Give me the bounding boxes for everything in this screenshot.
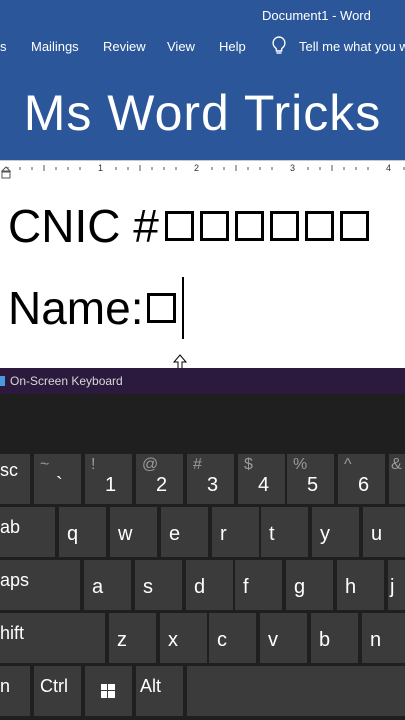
key-shift[interactable]: hift — [0, 613, 105, 663]
ribbon: Document1 - Word s Mailings Review View … — [0, 0, 405, 160]
tab-review[interactable]: Review — [103, 39, 146, 54]
checkbox-box — [234, 211, 264, 241]
key-t[interactable]: t — [261, 507, 308, 557]
document-page[interactable]: CNIC # Name: — [0, 179, 405, 366]
checkbox-box — [269, 211, 299, 241]
key-d[interactable]: d — [186, 560, 233, 610]
window-title: Document1 - Word — [262, 8, 371, 23]
key-j[interactable]: j — [388, 560, 405, 610]
key-tab[interactable]: ab — [0, 507, 55, 557]
key-r[interactable]: r — [212, 507, 259, 557]
key-s[interactable]: s — [135, 560, 182, 610]
key-a[interactable]: a — [84, 560, 131, 610]
key-y[interactable]: y — [312, 507, 359, 557]
ruler-number: 3 — [290, 163, 296, 173]
lightbulb-icon — [272, 36, 286, 54]
tab-view[interactable]: View — [167, 39, 195, 54]
key-alt[interactable]: Alt — [136, 666, 183, 716]
key-windows[interactable] — [85, 666, 132, 716]
horizontal-ruler[interactable]: 1 2 3 4 — [0, 160, 405, 180]
key-ctrl[interactable]: Ctrl — [34, 666, 81, 716]
key-fn[interactable]: n — [0, 666, 30, 716]
key-g[interactable]: g — [286, 560, 333, 610]
key-c[interactable]: c — [209, 613, 256, 663]
keyboard-app-icon — [0, 376, 5, 386]
ruler-ticks — [0, 165, 405, 179]
key-space[interactable] — [187, 666, 405, 716]
ruler-number: 1 — [98, 163, 104, 173]
key-e[interactable]: e — [161, 507, 208, 557]
key-7[interactable]: & — [389, 454, 405, 504]
key-6[interactable]: ^ 6 — [338, 454, 385, 504]
key-n[interactable]: n — [362, 613, 405, 663]
key-1[interactable]: ! 1 — [85, 454, 132, 504]
key-backtick[interactable]: ~ ` — [34, 454, 81, 504]
name-line[interactable]: Name: — [8, 277, 185, 339]
key-esc[interactable]: sc — [0, 454, 30, 504]
key-2[interactable]: @2 — [136, 454, 183, 504]
key-5[interactable]: % 5 — [287, 454, 334, 504]
key-w[interactable]: w — [110, 507, 157, 557]
checkbox-box — [339, 211, 369, 241]
tab-mailings[interactable]: Mailings — [31, 39, 79, 54]
ruler-number: 2 — [194, 163, 200, 173]
tell-me-search[interactable]: Tell me what you wa — [271, 36, 405, 56]
cnic-line[interactable]: CNIC # — [8, 199, 369, 253]
checkbox-box — [304, 211, 334, 241]
key-3[interactable]: #3 — [187, 454, 234, 504]
banner-title: Ms Word Tricks — [23, 85, 382, 141]
ruler-number: 4 — [386, 163, 392, 173]
checkbox-box — [199, 211, 229, 241]
key-h[interactable]: h — [337, 560, 384, 610]
key-b[interactable]: b — [311, 613, 358, 663]
checkbox-box — [147, 293, 177, 323]
tell-me-label: Tell me what you wa — [299, 38, 405, 54]
key-v[interactable]: v — [260, 613, 307, 663]
tab-references[interactable]: s — [0, 39, 7, 54]
key-u[interactable]: u — [363, 507, 405, 557]
key-q[interactable]: q — [59, 507, 106, 557]
text-cursor — [182, 277, 185, 339]
tab-help[interactable]: Help — [219, 39, 246, 54]
cnic-label: CNIC # — [8, 200, 159, 252]
key-caps[interactable]: aps — [0, 560, 80, 610]
name-label: Name: — [8, 282, 144, 334]
key-x[interactable]: x — [160, 613, 207, 663]
key-z[interactable]: z — [109, 613, 156, 663]
checkbox-box — [164, 211, 194, 241]
key-f[interactable]: f — [235, 560, 282, 610]
on-screen-keyboard[interactable]: On-Screen Keyboard sc ~ ` ! 1 @2 #3 $4 % 5 … — [0, 368, 405, 720]
osk-titlebar[interactable]: On-Screen Keyboard — [0, 368, 405, 394]
osk-title: On-Screen Keyboard — [10, 374, 123, 388]
key-4[interactable]: $4 — [238, 454, 285, 504]
windows-icon — [101, 684, 115, 698]
